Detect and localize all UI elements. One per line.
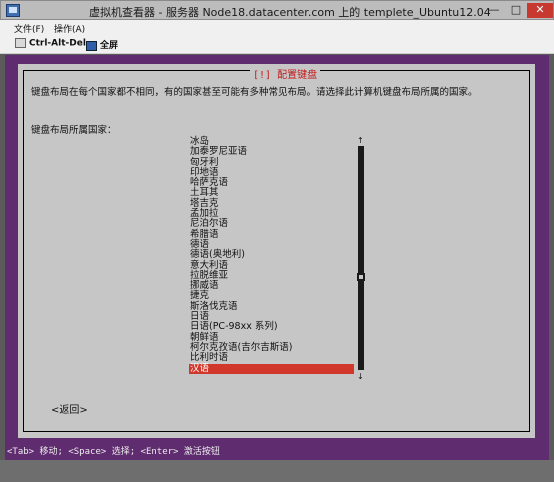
- list-item[interactable]: 斯洛伐克语: [189, 301, 354, 312]
- back-button[interactable]: <返回>: [51, 401, 88, 416]
- scroll-up-arrow-icon: ↑: [357, 136, 364, 145]
- maximize-button[interactable]: □: [506, 3, 526, 18]
- vm-console[interactable]: [!] 配置键盘 键盘布局在每个国家都不相同，有的国家甚至可能有多种常见布局。请…: [5, 55, 549, 460]
- dialog-subprompt: 键盘布局所属国家：: [31, 125, 117, 136]
- close-button[interactable]: ✕: [527, 3, 553, 18]
- list-scrollbar[interactable]: ↑ ↓: [357, 136, 365, 384]
- window-titlebar: 虚拟机查看器 - 服务器 Node18.datacenter.com 上的 te…: [0, 0, 554, 20]
- window-bottom-strip: [0, 460, 554, 482]
- country-list[interactable]: 冰岛 加泰罗尼亚语 匈牙利 印地语 哈萨克语 土耳其 塔吉克 孟加拉 尼泊尔语 希腊语 德语 德语(奥…: [189, 136, 354, 374]
- scroll-thumb[interactable]: [357, 273, 365, 282]
- status-line: <Tab> 移动; <Space> 选择; <Enter> 激活按钮: [5, 439, 549, 460]
- ctrl-alt-del-label: Ctrl-Alt-Del: [29, 38, 86, 49]
- list-item[interactable]: 挪威语: [189, 280, 354, 291]
- list-item[interactable]: 希腊语: [189, 229, 354, 240]
- keyboard-icon: [15, 38, 26, 48]
- toolbar: Ctrl-Alt-Del 全屏: [0, 36, 554, 54]
- dialog-title: [!] 配置键盘: [250, 66, 321, 81]
- fullscreen-button[interactable]: 全屏: [86, 38, 118, 52]
- list-item-selected[interactable]: 汉语: [189, 363, 354, 374]
- vm-viewer-app-icon: [6, 4, 20, 17]
- fullscreen-label: 全屏: [100, 41, 119, 51]
- dialog-prompt: 键盘布局在每个国家都不相同，有的国家甚至可能有多种常见布局。请选择此计算机键盘布…: [31, 87, 478, 98]
- scroll-track: [357, 146, 365, 370]
- menu-file[interactable]: 文件(F): [14, 22, 44, 35]
- monitor-icon: [86, 40, 97, 51]
- menu-action[interactable]: 操作(A): [54, 22, 85, 35]
- ctrl-alt-del-button[interactable]: Ctrl-Alt-Del: [15, 38, 86, 52]
- window-title: 虚拟机查看器 - 服务器 Node18.datacenter.com 上的 te…: [89, 6, 491, 19]
- list-item[interactable]: 比利时语: [189, 352, 354, 363]
- scroll-down-arrow-icon: ↓: [357, 372, 364, 381]
- menu-bar: 文件(F) 操作(A): [0, 20, 554, 36]
- minimize-button[interactable]: —: [484, 3, 504, 18]
- keyboard-config-dialog: [!] 配置键盘 键盘布局在每个国家都不相同，有的国家甚至可能有多种常见布局。请…: [18, 64, 535, 438]
